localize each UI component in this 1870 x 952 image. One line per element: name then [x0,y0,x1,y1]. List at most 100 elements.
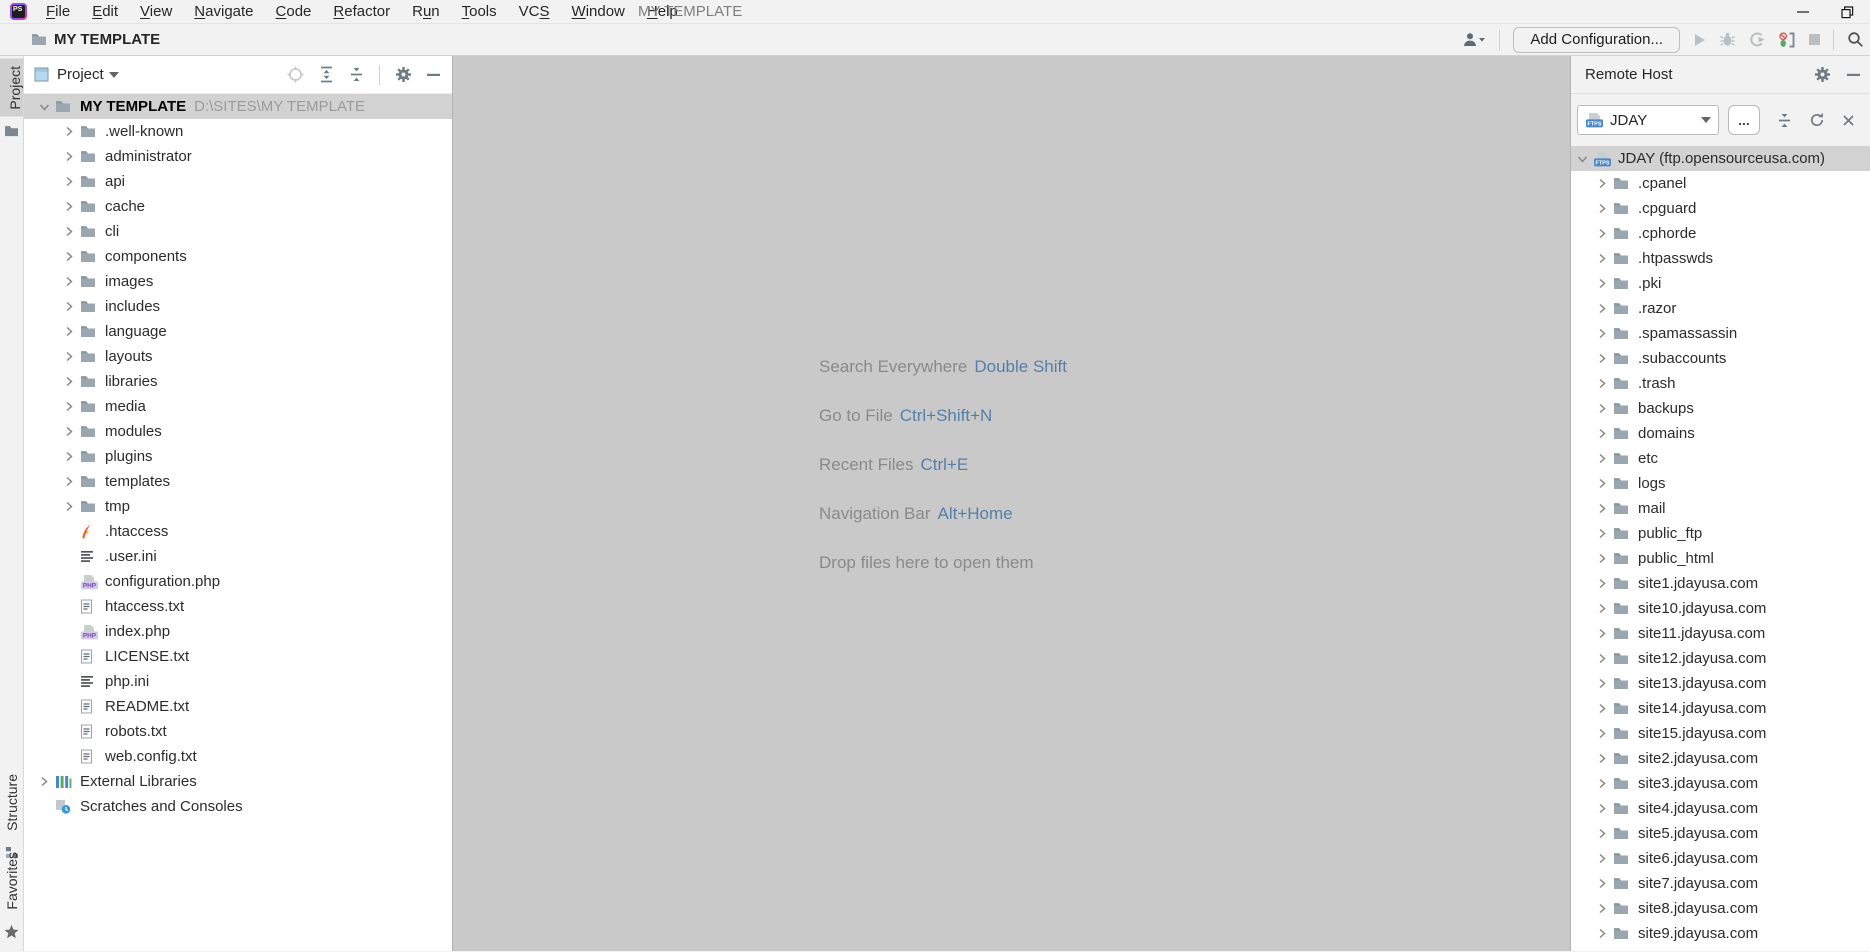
user-account-icon[interactable] [1462,32,1486,47]
remote-tree-row[interactable]: site11.jdayusa.com [1571,621,1870,646]
chevron-right-icon[interactable] [1591,803,1613,814]
project-tree-row[interactable]: htaccess.txt [24,594,452,619]
remote-tree-row[interactable]: site14.jdayusa.com [1571,696,1870,721]
remote-tree-row[interactable]: site8.jdayusa.com [1571,896,1870,921]
chevron-right-icon[interactable] [1591,903,1613,914]
chevron-right-icon[interactable] [1591,453,1613,464]
remote-tree-row[interactable]: .cpguard [1571,196,1870,221]
project-tree-row[interactable]: modules [24,419,452,444]
chevron-right-icon[interactable] [58,251,80,262]
project-tree-row[interactable]: layouts [24,344,452,369]
chevron-right-icon[interactable] [58,301,80,312]
chevron-right-icon[interactable] [1591,778,1613,789]
project-tree-row[interactable]: .well-known [24,119,452,144]
remote-tree-row[interactable]: .subaccounts [1571,346,1870,371]
expand-all-icon[interactable] [319,66,334,83]
menu-code[interactable]: Code [265,1,323,22]
editor-empty-area[interactable]: Search EverywhereDouble ShiftGo to FileC… [453,56,1570,951]
remote-tree-row[interactable]: .cphorde [1571,221,1870,246]
project-tree-row[interactable]: README.txt [24,694,452,719]
chevron-right-icon[interactable] [58,326,80,337]
chevron-right-icon[interactable] [1591,728,1613,739]
project-panel-title[interactable]: Project [57,66,104,83]
project-tree-row[interactable]: External Libraries [24,769,452,794]
remote-tree-row[interactable]: domains [1571,421,1870,446]
remote-tree-row[interactable]: .razor [1571,296,1870,321]
remote-tree-row[interactable]: site1.jdayusa.com [1571,571,1870,596]
remote-tree-row[interactable]: site6.jdayusa.com [1571,846,1870,871]
remote-tree-row[interactable]: .pki [1571,271,1870,296]
remote-tree-row[interactable]: .cpanel [1571,171,1870,196]
collapse-all-icon[interactable] [349,66,364,83]
project-tree-row[interactable]: libraries [24,369,452,394]
chevron-right-icon[interactable] [1591,603,1613,614]
remote-tree-row[interactable]: .htpasswds [1571,246,1870,271]
gear-icon[interactable] [395,66,412,83]
menu-navigate[interactable]: Navigate [183,1,264,22]
remote-tree-row[interactable]: site7.jdayusa.com [1571,871,1870,896]
chevron-right-icon[interactable] [1591,478,1613,489]
chevron-right-icon[interactable] [58,226,80,237]
chevron-right-icon[interactable] [33,776,55,787]
menu-tools[interactable]: Tools [451,1,508,22]
chevron-right-icon[interactable] [58,201,80,212]
chevron-right-icon[interactable] [1591,428,1613,439]
remote-tree-row[interactable]: site10.jdayusa.com [1571,596,1870,621]
chevron-right-icon[interactable] [1591,378,1613,389]
remote-tree-row[interactable]: .spamassassin [1571,321,1870,346]
project-tree-row[interactable]: PHPconfiguration.php [24,569,452,594]
chevron-right-icon[interactable] [1591,353,1613,364]
attach-debugger-icon[interactable] [1778,32,1796,48]
chevron-right-icon[interactable] [58,126,80,137]
project-tree-row[interactable]: cache [24,194,452,219]
remote-tree-row[interactable]: site3.jdayusa.com [1571,771,1870,796]
project-tree-row[interactable]: robots.txt [24,719,452,744]
project-tree-row[interactable]: MY TEMPLATED:\SITES\MY TEMPLATE [24,94,452,119]
run-icon[interactable] [1693,33,1706,47]
chevron-right-icon[interactable] [58,501,80,512]
menu-run[interactable]: Run [401,1,451,22]
project-tree-row[interactable]: web.config.txt [24,744,452,769]
chevron-right-icon[interactable] [1591,253,1613,264]
remote-tree-row[interactable]: public_ftp [1571,521,1870,546]
menu-window[interactable]: Window [561,1,636,22]
chevron-right-icon[interactable] [1591,578,1613,589]
project-tree-row[interactable]: language [24,319,452,344]
browse-remote-button[interactable]: ... [1728,105,1760,135]
project-tree-row[interactable]: administrator [24,144,452,169]
remote-tree-row[interactable]: site2.jdayusa.com [1571,746,1870,771]
chevron-right-icon[interactable] [58,376,80,387]
menu-refactor[interactable]: Refactor [322,1,401,22]
project-tree-row[interactable]: api [24,169,452,194]
remote-tree-row[interactable]: logs [1571,471,1870,496]
project-tree-row[interactable]: .user.ini [24,544,452,569]
project-tree-row[interactable]: components [24,244,452,269]
remote-tree-row[interactable]: site9.jdayusa.com [1571,921,1870,946]
project-tree-row[interactable]: includes [24,294,452,319]
stripe-tab-favorites[interactable]: Favorites [0,845,23,939]
chevron-down-icon[interactable] [1571,154,1593,164]
refresh-icon[interactable] [1809,112,1825,128]
chevron-right-icon[interactable] [1591,628,1613,639]
chevron-right-icon[interactable] [1591,878,1613,889]
chevron-right-icon[interactable] [1591,828,1613,839]
chevron-right-icon[interactable] [1591,178,1613,189]
chevron-right-icon[interactable] [1591,928,1613,939]
project-tree-row[interactable]: media [24,394,452,419]
close-icon[interactable] [1842,114,1855,127]
remote-tree-row[interactable]: site12.jdayusa.com [1571,646,1870,671]
project-tree-row[interactable]: Scratches and Consoles [24,794,452,819]
remote-tree-row[interactable]: backups [1571,396,1870,421]
chevron-right-icon[interactable] [58,476,80,487]
remote-tree-row[interactable]: mail [1571,496,1870,521]
debug-icon[interactable] [1719,32,1736,47]
remote-tree-row[interactable]: FTPSJDAY (ftp.opensourceusa.com) [1571,146,1870,171]
chevron-right-icon[interactable] [58,151,80,162]
chevron-right-icon[interactable] [1591,678,1613,689]
chevron-right-icon[interactable] [1591,653,1613,664]
stripe-tab-project[interactable]: Project [0,59,23,137]
locate-file-icon[interactable] [287,66,304,83]
add-configuration-button[interactable]: Add Configuration... [1513,27,1680,53]
search-everywhere-icon[interactable] [1847,31,1864,48]
chevron-down-icon[interactable] [109,72,119,78]
